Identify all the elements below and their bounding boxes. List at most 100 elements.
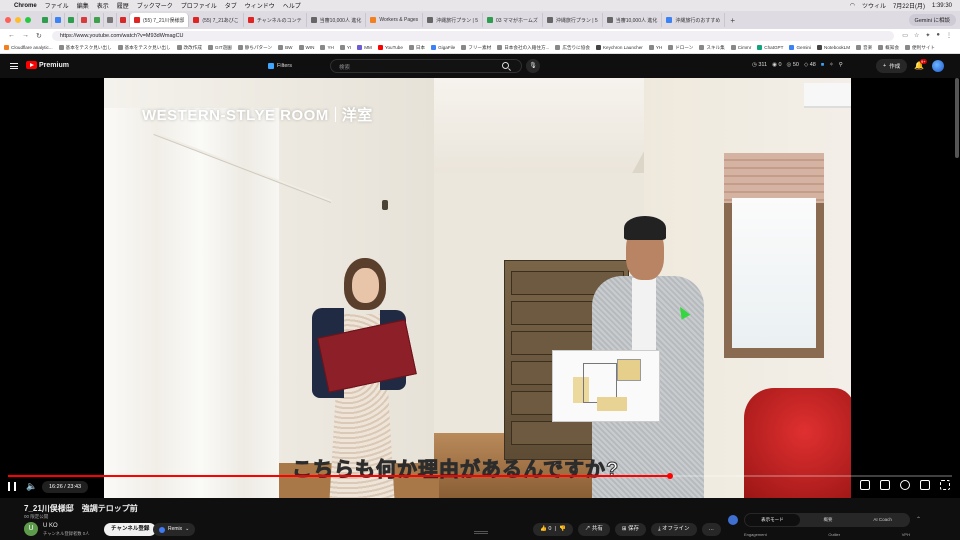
youtube-logo[interactable]: Premium [26, 61, 69, 69]
hamburger-menu-icon[interactable] [10, 63, 18, 69]
bookmark-item[interactable]: GIT遊園 [207, 45, 232, 51]
bookmark-item[interactable]: 日本会社の入籍住方... [497, 45, 549, 51]
bookmark-item[interactable]: ChatGPT [757, 45, 783, 50]
bookmark-item[interactable]: 便利サイト [905, 45, 935, 51]
collapse-chevron-icon[interactable]: ⌃ [916, 516, 921, 523]
browser-tab[interactable] [117, 13, 130, 27]
share-button[interactable]: ↗ 共有 [577, 523, 610, 536]
bookmark-item[interactable]: フリー素材 [461, 45, 491, 51]
browser-tab[interactable]: 当審10,000人 進化 [603, 13, 663, 27]
stat-clock[interactable]: ◷ 311 [752, 62, 767, 68]
pause-icon[interactable] [8, 482, 16, 491]
bookmark-item[interactable]: MM [357, 45, 372, 50]
bookmark-item[interactable]: 静ちパターン [237, 45, 272, 51]
close-window-icon[interactable] [5, 17, 11, 23]
volume-icon[interactable]: 🔈 [26, 481, 37, 492]
menu-file[interactable]: ファイル [45, 1, 69, 10]
browser-tab[interactable] [78, 13, 91, 27]
dislike-icon[interactable]: 👎 [559, 526, 566, 532]
bookmark-item[interactable]: 広告りに協会 [555, 45, 590, 51]
browser-tab[interactable]: 03 ママがホームズ [483, 13, 543, 27]
browser-tab[interactable] [52, 13, 65, 27]
bookmark-item[interactable]: ドローン [668, 45, 693, 51]
bookmark-item[interactable]: BW [278, 45, 293, 50]
clock-display[interactable]: 1:39:30 [932, 3, 952, 9]
browser-tab[interactable]: 沖縄旅行のおすすめ [662, 13, 726, 27]
video-player[interactable]: WESTERN-STLYE ROOM 洋室 こちらも何か理由があるんですか? [0, 78, 960, 498]
settings-gear-icon[interactable] [900, 480, 910, 490]
menu-edit[interactable]: 編集 [77, 1, 89, 10]
progress-bar[interactable] [8, 473, 952, 479]
reload-icon[interactable]: ↻ [36, 32, 42, 40]
theater-mode-icon[interactable] [920, 480, 930, 490]
zoom-window-icon[interactable] [25, 17, 31, 23]
bookmark-item[interactable]: 改改作成 [176, 45, 202, 51]
bookmark-item[interactable]: YH [648, 45, 662, 50]
date-display[interactable]: 7月22日(月) [893, 1, 925, 10]
bookmark-star-icon[interactable]: ☆ [914, 32, 919, 39]
browser-tab[interactable] [104, 13, 117, 27]
bookmark-item[interactable]: 基本をテスク見い出し [117, 45, 171, 51]
remix-button[interactable]: Remix ⌄ [153, 523, 196, 536]
browser-tab[interactable]: 当審10,000人 進化 [307, 13, 367, 27]
menu-window[interactable]: ウィンドウ [245, 1, 275, 10]
browser-tab[interactable]: (55) 7_21川俣様邸 [130, 13, 190, 27]
page-scrollbar[interactable] [955, 78, 959, 158]
channel-avatar[interactable]: U [24, 522, 38, 536]
cast-icon[interactable]: ▭ [902, 32, 908, 39]
forward-icon[interactable]: → [22, 32, 29, 40]
bookmark-item[interactable]: Cimmr [730, 45, 751, 50]
wifi-icon[interactable]: ◠ [850, 2, 855, 9]
bookmark-item[interactable]: WIN [298, 45, 314, 50]
menu-dots-icon[interactable]: ⋮ [946, 32, 952, 39]
fullscreen-icon[interactable] [940, 480, 950, 490]
bookmark-item[interactable]: 概知会 [878, 45, 899, 51]
autoplay-icon[interactable] [860, 480, 870, 490]
channel-name[interactable]: U KO [43, 523, 58, 529]
like-button[interactable]: 👍 0 | 👎 [533, 523, 573, 536]
bookmark-item[interactable]: Cloudflare analytic... [4, 45, 53, 50]
new-tab-icon[interactable]: + [725, 16, 740, 25]
menu-profiles[interactable]: プロファイル [181, 1, 217, 10]
drag-handle-icon[interactable] [474, 531, 488, 534]
browser-tab[interactable]: 沖縄旅行プラン | 5 [543, 13, 603, 27]
progress-scrubber[interactable] [666, 473, 673, 479]
video-frame[interactable]: WESTERN-STLYE ROOM 洋室 こちらも何か理由があるんですか? [104, 78, 851, 498]
bookmark-item[interactable]: 日本 [408, 45, 425, 51]
status-app[interactable]: ツウィル [862, 1, 886, 10]
extension-icon-b[interactable]: ⚲ [839, 62, 843, 68]
menu-help[interactable]: ヘルプ [283, 1, 301, 10]
menu-history[interactable]: 履歴 [117, 1, 129, 10]
browser-tab[interactable] [65, 13, 78, 27]
bookmark-item[interactable]: Gemini [789, 45, 811, 50]
menu-tab[interactable]: タブ [225, 1, 237, 10]
tab-display-mode[interactable]: 表示モード [745, 514, 800, 526]
profile-icon[interactable]: ● [936, 32, 940, 39]
extension-icon-a[interactable]: ✧ [829, 62, 834, 68]
bookmark-item[interactable]: GigaFile [431, 45, 455, 50]
stat-eye[interactable]: ◉ 0 [772, 62, 781, 68]
browser-tab[interactable] [91, 13, 104, 27]
save-button[interactable]: ⊞ 保存 [614, 523, 647, 536]
bookmark-item[interactable]: スキル集 [699, 45, 725, 51]
bookmark-item[interactable]: YH [320, 45, 334, 50]
minimize-window-icon[interactable] [15, 17, 21, 23]
menu-view[interactable]: 表示 [97, 1, 109, 10]
bookmark-item[interactable]: 音楽 [856, 45, 872, 51]
back-icon[interactable]: ← [8, 32, 15, 40]
menu-bookmarks[interactable]: ブックマーク [137, 1, 173, 10]
gemini-button[interactable]: Gemini に相談 [908, 14, 956, 26]
bookmark-item[interactable]: NotebookLM [817, 45, 850, 50]
tab-overview[interactable]: 概要 [801, 513, 856, 527]
search-input[interactable]: 検索 [330, 59, 522, 73]
extension-icon-blue[interactable]: ■ [821, 62, 824, 68]
microphone-icon[interactable]: 🎙 [526, 59, 540, 73]
stat-subs[interactable]: ◇ 48 [804, 62, 816, 68]
bookmark-item[interactable]: Keychron Launcher [595, 45, 643, 50]
subtitles-icon[interactable] [880, 480, 890, 490]
browser-tab[interactable]: 沖縄旅行プラン | 5 [423, 13, 484, 27]
bookmark-item[interactable]: 基本をテスク見い出し [58, 45, 112, 51]
side-panel-icon[interactable] [728, 515, 738, 525]
search-icon[interactable] [502, 62, 509, 69]
filters-button[interactable]: Filters [268, 60, 292, 72]
